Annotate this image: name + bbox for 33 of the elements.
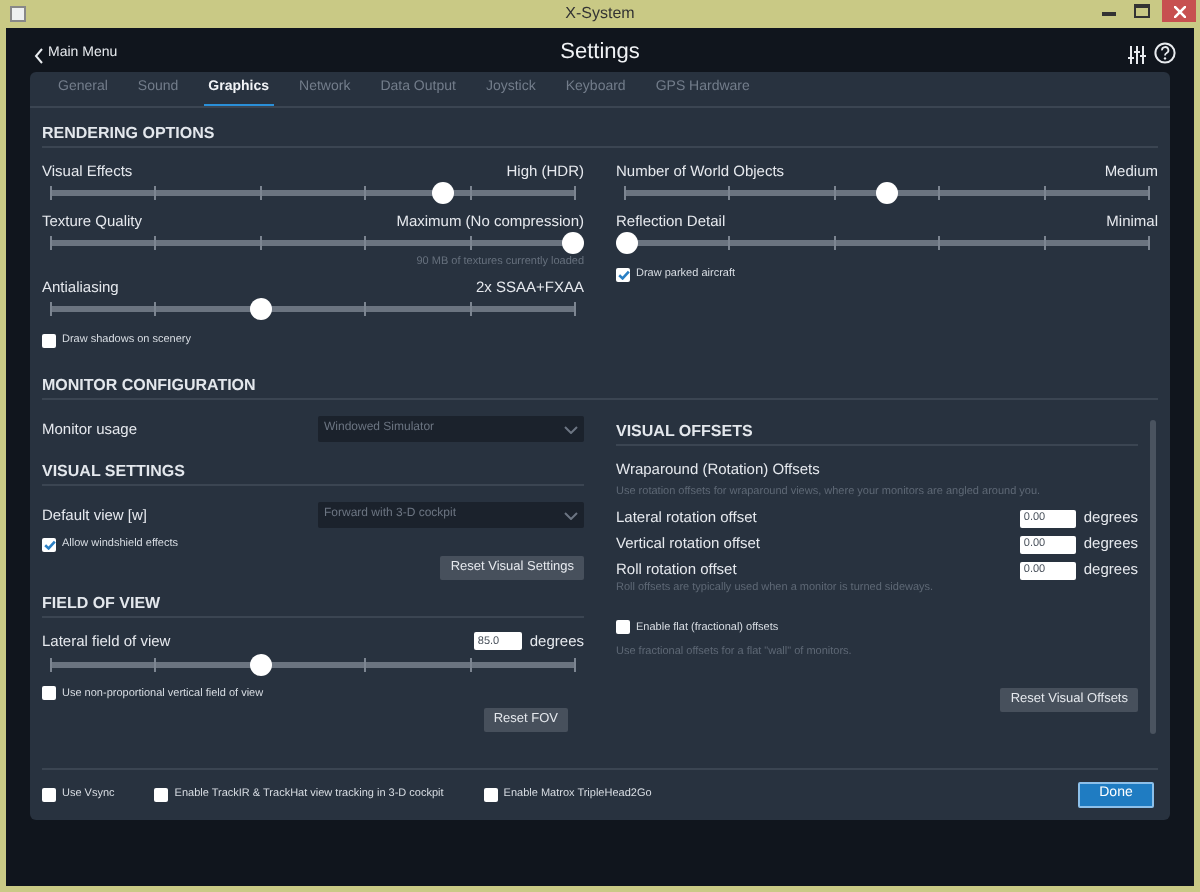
section-heading: FIELD OF VIEW [42, 592, 161, 617]
close-button[interactable] [1162, 0, 1196, 22]
checkbox[interactable] [154, 788, 169, 802]
check-icon [617, 269, 629, 280]
checkbox[interactable] [42, 333, 56, 348]
checkbox[interactable] [616, 620, 630, 635]
close-icon [1173, 5, 1185, 17]
slider-thumb[interactable] [250, 298, 272, 321]
check-icon [43, 539, 55, 550]
checkbox[interactable] [42, 537, 56, 552]
checkbox[interactable] [42, 788, 56, 802]
slider-thumb[interactable] [876, 182, 898, 204]
section-heading: VISUAL SETTINGS [42, 460, 185, 484]
slider-thumb[interactable] [432, 182, 454, 204]
sliders-icon[interactable] [1128, 46, 1146, 64]
slider-thumb[interactable] [250, 653, 272, 675]
section-heading: RENDERING OPTIONS [42, 122, 215, 146]
maximize-icon[interactable] [1134, 4, 1150, 18]
app-icon [10, 6, 26, 22]
checkbox[interactable] [616, 267, 630, 282]
scrollbar[interactable] [1150, 420, 1156, 734]
checkbox[interactable] [483, 788, 498, 802]
help-icon[interactable] [1154, 42, 1176, 64]
checkbox[interactable] [42, 686, 56, 701]
slider-thumb[interactable] [562, 232, 584, 254]
chevron-down-icon [564, 511, 578, 519]
window-title: X-System [565, 2, 635, 26]
chevron-down-icon [564, 425, 578, 433]
slider-thumb[interactable] [616, 232, 638, 254]
chevron-left-icon [34, 47, 44, 63]
section-heading: MONITOR CONFIGURATION [42, 374, 256, 398]
section-heading: VISUAL OFFSETS [616, 420, 753, 444]
page-title: Settings [560, 38, 640, 68]
